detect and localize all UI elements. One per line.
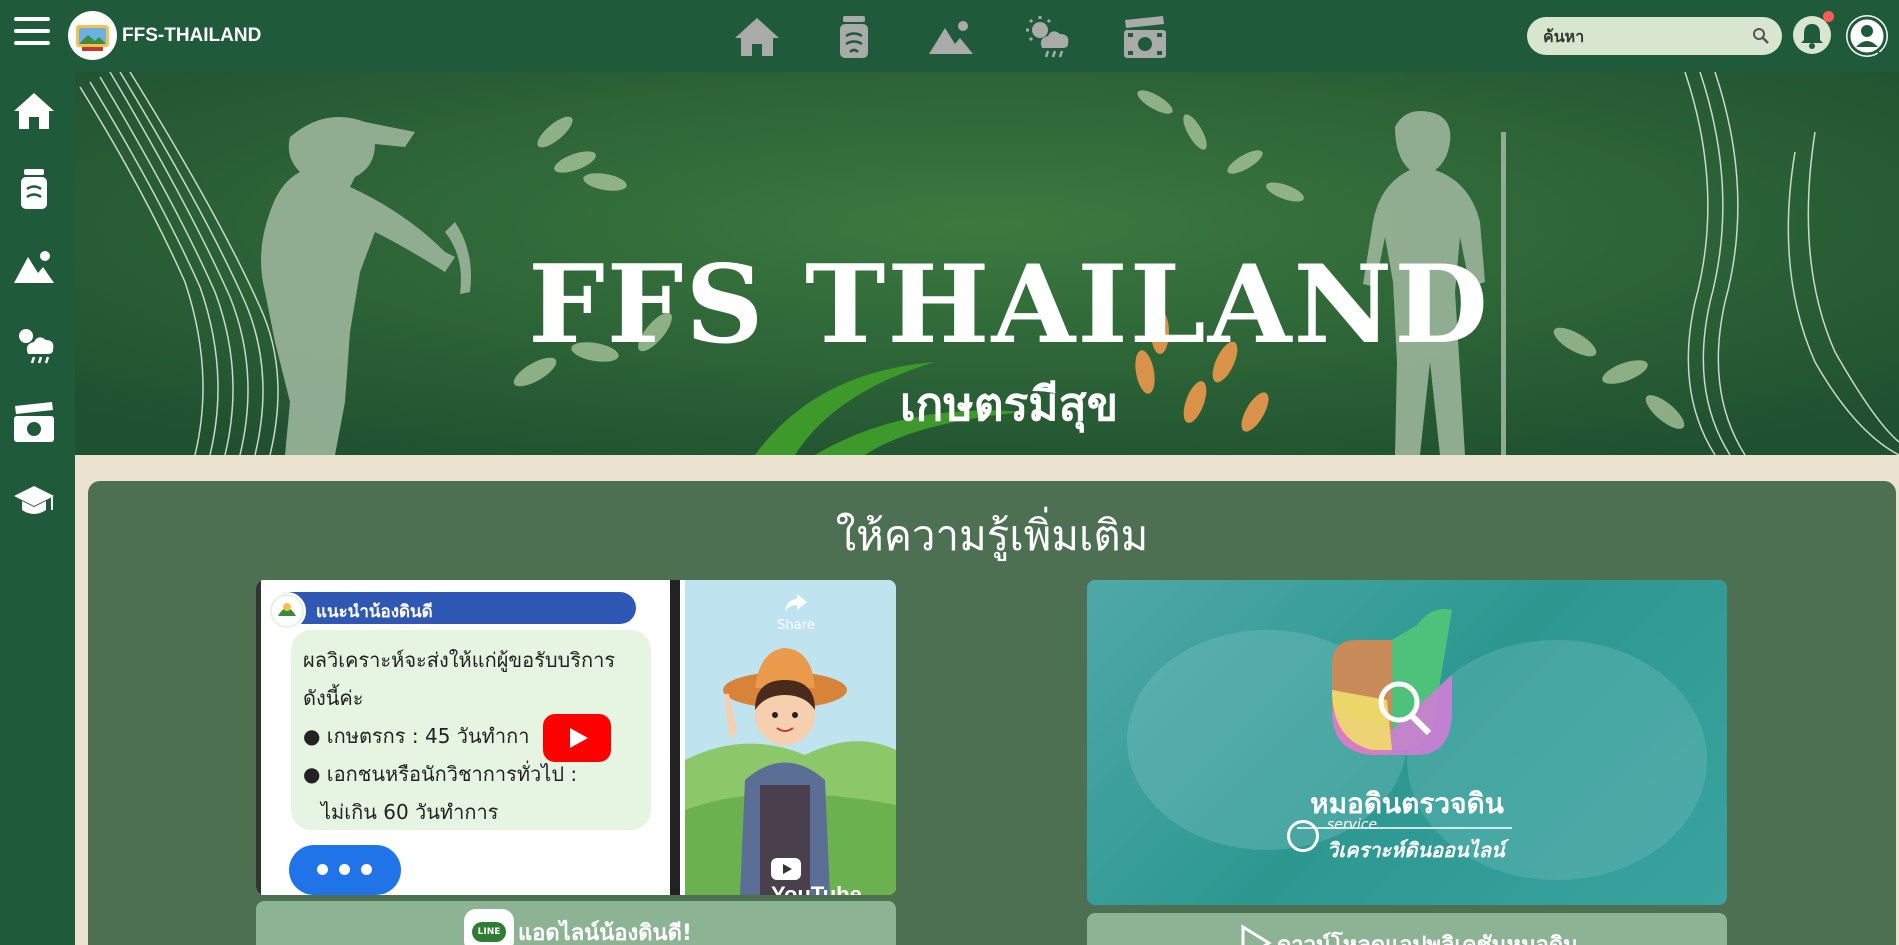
knowledge-panel: ให้ความรู้เพิ่มเติม ผลวิเคราะห์จะส่งให้แ… [88, 481, 1896, 945]
sidebar [0, 72, 75, 945]
video-channel-name[interactable]: แนะนำน้องดินดี [316, 598, 433, 625]
search-input[interactable] [1543, 17, 1743, 55]
site-logo[interactable] [68, 11, 117, 60]
landscape-icon[interactable] [927, 14, 975, 60]
download-app-label: ดาวน์โหลดแอปพลิเคชันหมอดิน [1277, 927, 1578, 945]
play-store-icon [1241, 924, 1272, 945]
search-icon[interactable] [1752, 27, 1770, 45]
home-icon[interactable] [733, 14, 781, 60]
line-icon: LINE [464, 909, 514, 945]
add-line-label: แอดไลน์น้องดินดี! [518, 921, 692, 945]
soil-doctor-subtitle: วิเคราะห์ดินออนไลน์ [1327, 838, 1505, 862]
sidebar-soil-bottle-icon[interactable] [12, 167, 56, 211]
video-chat-frame: ผลวิเคราะห์จะส่งให้แก่ผู้ขอรับบริการ ดัง… [256, 580, 680, 895]
search-box [1527, 17, 1782, 55]
soil-doctor-title: หมอดินตรวจดิน [1310, 787, 1504, 820]
e-service-icon [1287, 820, 1319, 852]
hero-banner: FFS THAILAND เกษตรมีสุข [75, 72, 1899, 455]
channel-logo[interactable] [268, 592, 306, 630]
notification-bell-icon[interactable] [1793, 16, 1831, 54]
user-avatar-icon[interactable] [1846, 15, 1888, 57]
sidebar-home-icon[interactable] [12, 89, 56, 133]
top-bar: FFS-THAILAND [0, 0, 1899, 72]
hamburger-menu-icon[interactable] [14, 17, 50, 49]
brand-name[interactable]: FFS-THAILAND [122, 25, 261, 47]
soil-bottle-icon[interactable] [830, 14, 878, 60]
video-text-line: ผลวิเคราะห์จะส่งให้แก่ผู้ขอรับบริการ [303, 648, 616, 672]
sidebar-film-icon[interactable] [12, 400, 56, 444]
weather-icon[interactable] [1024, 14, 1072, 60]
share-icon [785, 594, 807, 612]
add-line-button[interactable]: LINE แอดไลน์น้องดินดี! [256, 901, 896, 945]
play-button-icon[interactable] [543, 714, 611, 762]
soil-service-label: service [1327, 817, 1378, 833]
youtube-label: YouTube [771, 882, 862, 895]
video-text-line: ดังนี้ค่ะ [303, 686, 364, 710]
panel-title: ให้ความรู้เพิ่มเติม [835, 511, 1149, 560]
notification-badge [1823, 11, 1834, 22]
share-label: Share [777, 618, 815, 633]
film-icon[interactable] [1121, 14, 1169, 60]
video-text-line: ไม่เกิน 60 วันทำการ [321, 800, 499, 824]
hero-title: FFS THAILAND [528, 242, 1490, 368]
video-text-line: ● เกษตรกร : 45 วันทำกา [303, 724, 530, 748]
youtube-logo[interactable]: YouTube [771, 856, 896, 895]
sidebar-landscape-icon[interactable] [12, 245, 56, 289]
share-button[interactable]: Share [756, 592, 836, 633]
soil-doctor-banner[interactable]: หมอดินตรวจดิน service วิเคราะห์ดินออนไลน… [1087, 580, 1727, 905]
hero-subtitle: เกษตรมีสุข [899, 377, 1119, 431]
download-app-button[interactable]: ดาวน์โหลดแอปพลิเคชันหมอดิน [1087, 913, 1727, 945]
video-text-line: ● เอกชนหรือนักวิชาการทั่วไป : [303, 762, 578, 786]
sidebar-graduation-cap-icon[interactable] [12, 478, 56, 522]
youtube-video-embed[interactable]: ผลวิเคราะห์จะส่งให้แก่ผู้ขอรับบริการ ดัง… [256, 580, 896, 895]
typing-indicator [289, 845, 401, 895]
sidebar-weather-icon[interactable] [12, 322, 56, 366]
